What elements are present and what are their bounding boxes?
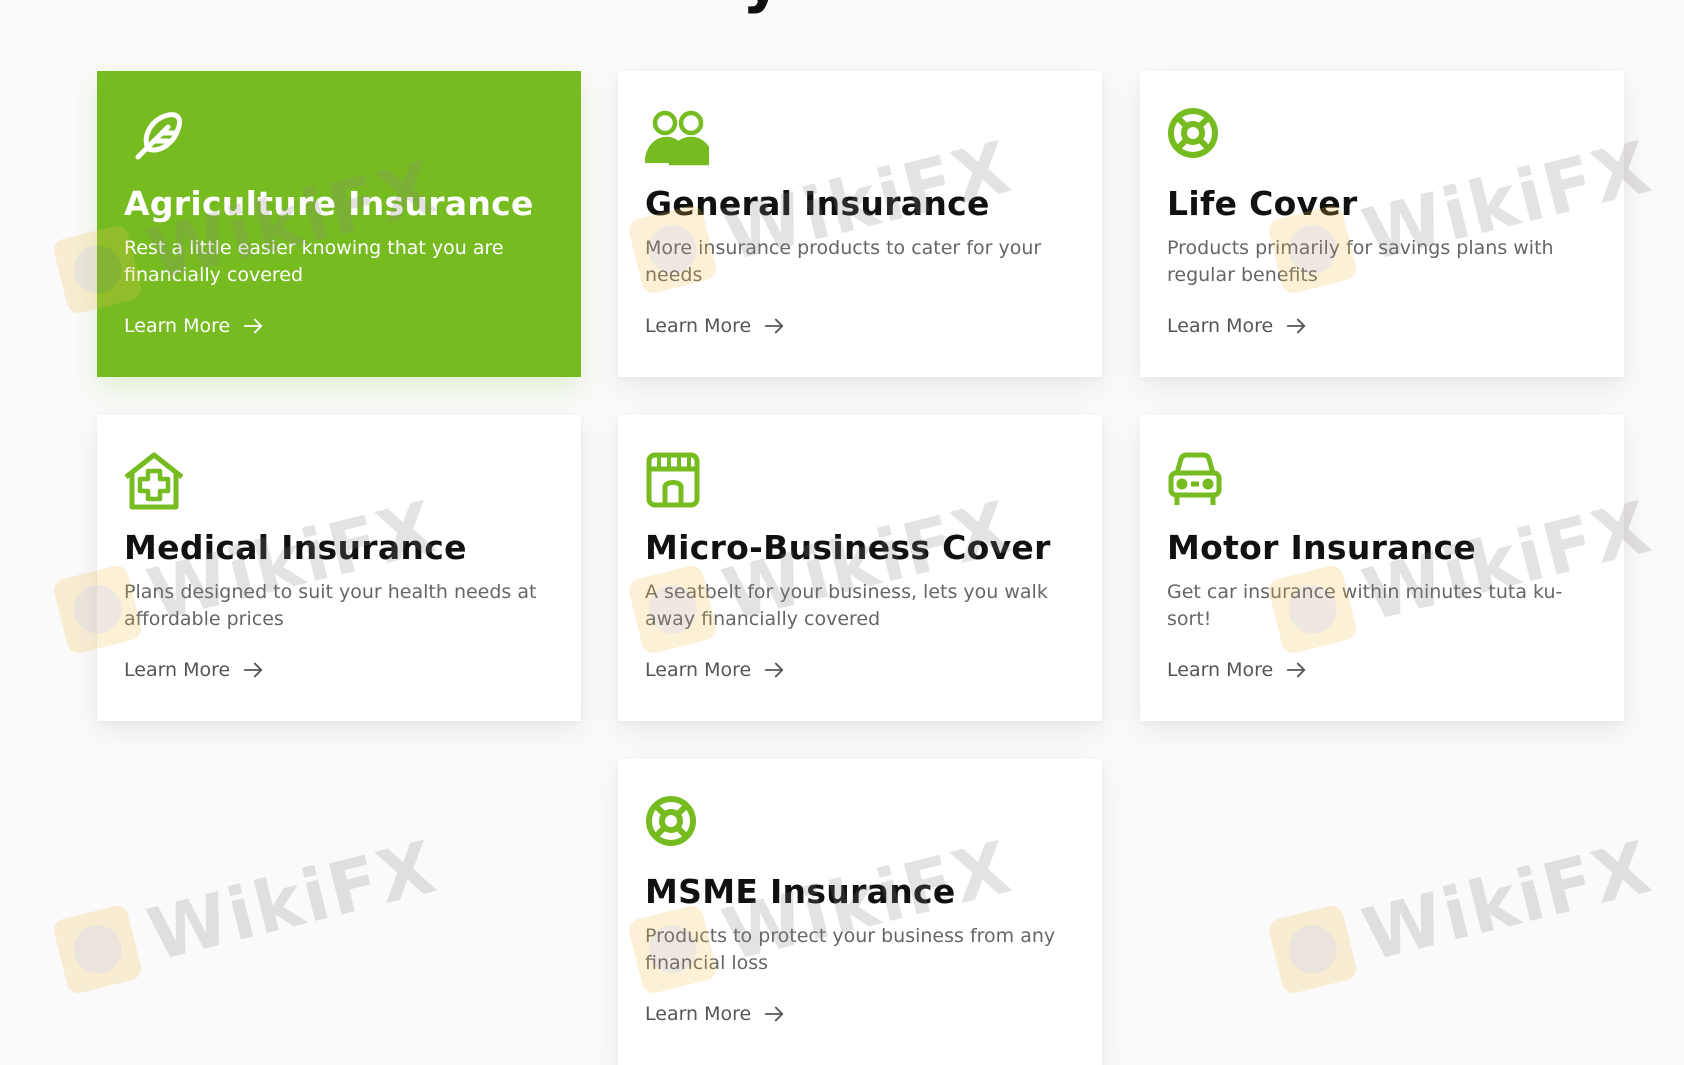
- card-description: Products to protect your business from a…: [645, 925, 1056, 974]
- feather-icon: [124, 107, 188, 171]
- card-title: Life Cover: [1167, 184, 1358, 223]
- card-description: More insurance products to cater for you…: [645, 237, 1042, 286]
- lifebuoy-icon: [1167, 107, 1231, 171]
- card-title: General Insurance: [645, 184, 990, 223]
- learn-more-label: Learn More: [1167, 315, 1274, 337]
- store-icon: [645, 451, 709, 515]
- card-msme-insurance[interactable]: MSME Insurance Products to protect your …: [618, 759, 1102, 1065]
- learn-more-label: Learn More: [645, 315, 752, 337]
- watermark-text: WikiFX: [139, 824, 445, 978]
- watermark-logo-icon: [51, 903, 144, 996]
- card-description: A seatbelt for your business, lets you w…: [645, 581, 1048, 630]
- section-heading: y: [742, 0, 798, 14]
- card-title: Micro-Business Cover: [645, 528, 1051, 567]
- learn-more-label: Learn More: [124, 659, 231, 681]
- card-title: MSME Insurance: [645, 872, 956, 911]
- arrow-right-icon: [1285, 315, 1307, 337]
- arrow-right-icon: [242, 659, 264, 681]
- section-heading-fragment: y: [742, 0, 782, 10]
- learn-more-link[interactable]: Learn More: [124, 659, 264, 681]
- card-medical-insurance[interactable]: Medical Insurance Plans designed to suit…: [97, 415, 581, 721]
- card-life-cover[interactable]: Life Cover Products primarily for saving…: [1140, 71, 1624, 377]
- learn-more-link[interactable]: Learn More: [1167, 315, 1307, 337]
- card-description: Rest a little easier knowing that you ar…: [124, 237, 504, 286]
- card-description: Get car insurance within minutes tuta ku…: [1167, 581, 1563, 630]
- users-icon: [645, 107, 709, 171]
- card-description: Plans designed to suit your health needs…: [124, 581, 537, 630]
- watermark: WikiFX: [51, 825, 445, 1000]
- arrow-right-icon: [763, 315, 785, 337]
- watermark-logo-icon: [1266, 903, 1359, 996]
- learn-more-label: Learn More: [124, 315, 231, 337]
- arrow-right-icon: [242, 315, 264, 337]
- card-title: Medical Insurance: [124, 528, 467, 567]
- card-general-insurance[interactable]: General Insurance More insurance product…: [618, 71, 1102, 377]
- card-agriculture-insurance[interactable]: Agriculture Insurance Rest a little easi…: [97, 71, 581, 377]
- learn-more-label: Learn More: [645, 1003, 752, 1025]
- learn-more-link[interactable]: Learn More: [124, 315, 264, 337]
- card-motor-insurance[interactable]: Motor Insurance Get car insurance within…: [1140, 415, 1624, 721]
- learn-more-label: Learn More: [1167, 659, 1274, 681]
- card-description: Products primarily for savings plans wit…: [1167, 237, 1554, 286]
- card-title: Agriculture Insurance: [124, 184, 534, 223]
- learn-more-link[interactable]: Learn More: [645, 659, 785, 681]
- watermark: WikiFX: [1266, 825, 1660, 1000]
- lifebuoy-icon: [645, 795, 709, 859]
- learn-more-link[interactable]: Learn More: [645, 315, 785, 337]
- learn-more-link[interactable]: Learn More: [645, 1003, 785, 1025]
- car-icon: [1167, 451, 1231, 515]
- card-title: Motor Insurance: [1167, 528, 1477, 567]
- arrow-right-icon: [763, 659, 785, 681]
- learn-more-link[interactable]: Learn More: [1167, 659, 1307, 681]
- watermark-text: WikiFX: [1354, 824, 1660, 978]
- card-micro-business-cover[interactable]: Micro-Business Cover A seatbelt for your…: [618, 415, 1102, 721]
- learn-more-label: Learn More: [645, 659, 752, 681]
- arrow-right-icon: [1285, 659, 1307, 681]
- clinic-icon: [124, 451, 188, 515]
- arrow-right-icon: [763, 1003, 785, 1025]
